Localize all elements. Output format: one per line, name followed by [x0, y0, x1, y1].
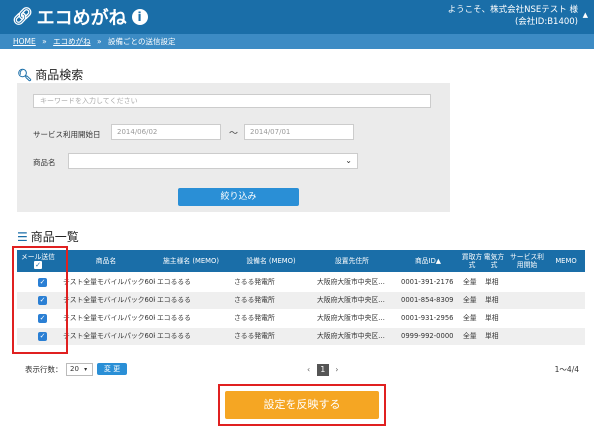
date-to-input[interactable]: 2014/07/01: [244, 124, 354, 140]
info-icon[interactable]: i: [131, 9, 148, 25]
breadcrumb-separator: »: [42, 37, 47, 46]
pagination: ‹ 1 ›: [307, 364, 339, 376]
prev-page-button[interactable]: ‹: [307, 365, 310, 374]
breadcrumb: HOME » エコめがね » 設備ごとの送信設定: [0, 34, 594, 49]
table-header: メール送信 ✓ 商品名 施主様名 (MEMO) 設備名 (MEMO) 設置先住所…: [17, 250, 585, 272]
rows-per-page-select[interactable]: 20 ▾: [66, 363, 93, 376]
table-row: ✓ テスト全量モバイルパック60k エコるるる さるる発電所 大阪府大阪市中央区…: [17, 274, 585, 291]
product-table: メール送信 ✓ 商品名 施主様名 (MEMO) 設備名 (MEMO) 設置先住所…: [17, 250, 585, 362]
cell-product-id: 0001-931-2956: [401, 314, 454, 322]
cell-equipment: さるる発電所: [234, 332, 275, 340]
cell-product: テスト全量モバイルパック60k: [63, 278, 155, 286]
table-row: ✓ テスト全量モバイルパック60k エコるるる さるる発電所 大阪府大阪市中央区…: [17, 328, 585, 345]
cell-equipment: さるる発電所: [234, 314, 275, 322]
app-logo[interactable]: 🔗︎ エコめがね i: [12, 4, 148, 30]
col-memo[interactable]: MEMO: [549, 250, 583, 272]
search-title: 🔍︎ 商品検索: [17, 66, 83, 83]
col-equipment[interactable]: 設備名 (MEMO): [233, 250, 309, 272]
cell-product-id: 0001-854-8309: [401, 296, 454, 304]
col-elec-method[interactable]: 電気方式: [483, 250, 505, 272]
welcome-line-2: (会社ID:B1400): [514, 17, 578, 27]
cell-product-id: 0001-391-2176: [401, 278, 454, 286]
cell-address: 大阪府大阪市中央区…: [317, 296, 385, 304]
col-service-start[interactable]: サービス利用開始: [507, 250, 547, 272]
col-product-id[interactable]: 商品ID▲: [397, 250, 459, 272]
mail-column-highlight: [12, 246, 68, 354]
cell-elec: 単相: [485, 296, 499, 304]
welcome-line-1: ようこそ、株式会社NSEテスト 様: [447, 5, 578, 15]
product-name-select[interactable]: ⌄: [68, 153, 358, 169]
rows-per-page-value: 20: [70, 365, 79, 373]
cell-owner: エコるるる: [157, 278, 191, 286]
table-row: ✓ テスト全量モバイルパック60k エコるるる さるる発電所 大阪府大阪市中央区…: [17, 292, 585, 309]
app-header: 🔗︎ エコめがね i ようこそ、株式会社NSEテスト 様 (会社ID:B1400…: [0, 0, 594, 34]
search-icon: 🔍︎: [17, 67, 33, 82]
caret-up-icon[interactable]: ▲: [583, 11, 588, 19]
table-footer: 表示行数： 20 ▾ 変 更 ‹ 1 › 1〜4/4: [17, 362, 585, 378]
cell-owner: エコるるる: [157, 314, 191, 322]
result-count: 1〜4/4: [554, 365, 579, 374]
cell-buy: 全量: [463, 314, 477, 322]
chevron-down-icon: ⌄: [345, 156, 352, 165]
cell-product: テスト全量モバイルパック60k: [63, 332, 155, 340]
search-panel: キーワードを入力してください サービス利用開始日 2014/06/02 〜 20…: [17, 83, 450, 212]
col-product[interactable]: 商品名: [61, 250, 151, 272]
table-row: ✓ テスト全量モバイルパック60k エコるるる さるる発電所 大阪府大阪市中央区…: [17, 310, 585, 327]
cell-address: 大阪府大阪市中央区…: [317, 278, 385, 286]
cell-buy: 全量: [463, 332, 477, 340]
cell-owner: エコるるる: [157, 296, 191, 304]
cell-elec: 単相: [485, 332, 499, 340]
date-from-input[interactable]: 2014/06/02: [111, 124, 221, 140]
list-title: ☰ 商品一覧: [17, 228, 79, 245]
user-welcome[interactable]: ようこそ、株式会社NSEテスト 様 (会社ID:B1400): [448, 4, 578, 28]
breadcrumb-current: 設備ごとの送信設定: [108, 37, 176, 46]
col-address[interactable]: 設置先住所: [309, 250, 395, 272]
change-rows-button[interactable]: 変 更: [97, 363, 127, 375]
cell-buy: 全量: [463, 296, 477, 304]
cell-address: 大阪府大阪市中央区…: [317, 314, 385, 322]
cell-elec: 単相: [485, 314, 499, 322]
breadcrumb-ecomegane[interactable]: エコめがね: [53, 37, 91, 46]
list-icon: ☰: [17, 229, 28, 244]
apply-button-highlight: [218, 384, 386, 426]
breadcrumb-separator: »: [97, 37, 102, 46]
product-name-label: 商品名: [33, 158, 56, 167]
chevron-down-icon: ▾: [84, 366, 88, 373]
cell-product: テスト全量モバイルパック60k: [63, 314, 155, 322]
rows-per-page-label: 表示行数：: [25, 365, 63, 374]
search-title-text: 商品検索: [35, 68, 84, 82]
cell-buy: 全量: [463, 278, 477, 286]
cell-owner: エコるるる: [157, 332, 191, 340]
list-title-text: 商品一覧: [30, 230, 79, 244]
cell-product-id: 0999-992-0000: [401, 332, 454, 340]
cell-elec: 単相: [485, 278, 499, 286]
start-date-label: サービス利用開始日: [33, 130, 101, 139]
cell-equipment: さるる発電所: [234, 278, 275, 286]
col-owner[interactable]: 施主様名 (MEMO): [151, 250, 231, 272]
cell-product: テスト全量モバイルパック60k: [63, 296, 155, 304]
cell-address: 大阪府大阪市中央区…: [317, 332, 385, 340]
col-buy-method[interactable]: 買取方式: [461, 250, 483, 272]
current-page-button[interactable]: 1: [316, 364, 329, 376]
date-range-tilde: 〜: [229, 129, 239, 139]
link-icon: 🔗︎: [12, 7, 34, 27]
keyword-input[interactable]: キーワードを入力してください: [33, 94, 431, 108]
breadcrumb-home[interactable]: HOME: [13, 37, 36, 46]
filter-button[interactable]: 絞り込み: [178, 188, 299, 206]
next-page-button[interactable]: ›: [335, 365, 338, 374]
cell-equipment: さるる発電所: [234, 296, 275, 304]
logo-text: エコめがね: [36, 8, 127, 29]
